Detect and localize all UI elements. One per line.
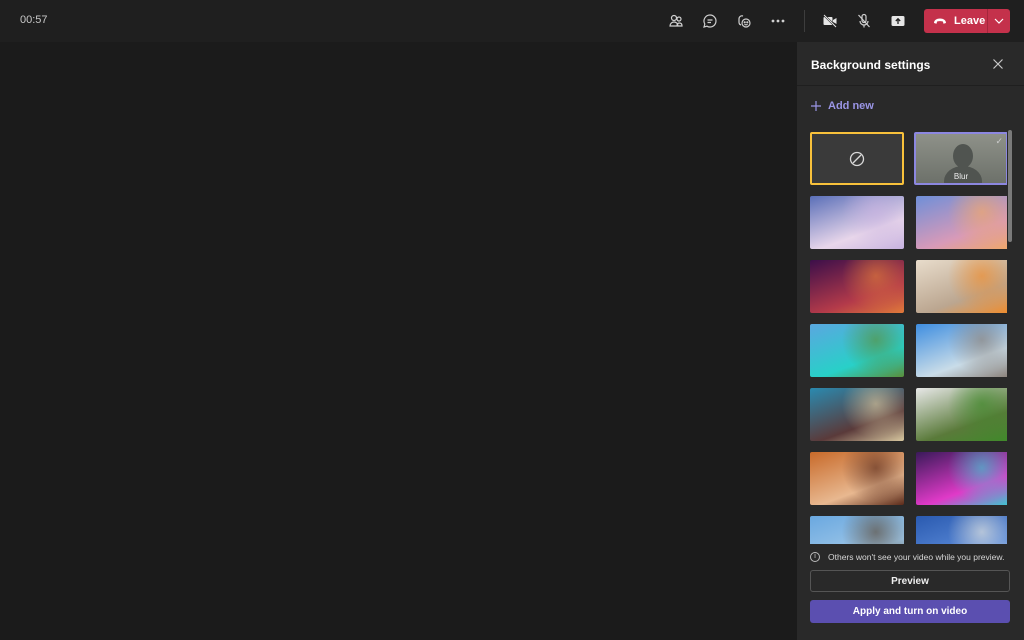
background-option-sky-clouds[interactable] <box>916 516 1007 544</box>
no-background-icon <box>849 151 865 166</box>
checkmark-icon: ✓ <box>995 136 1003 146</box>
leave-button[interactable]: Leave <box>924 9 987 33</box>
panel-scrollbar[interactable] <box>1008 130 1012 242</box>
leave-label: Leave <box>954 15 986 27</box>
add-new-button[interactable]: Add new <box>810 100 874 112</box>
mic-off-icon[interactable] <box>853 10 875 32</box>
background-option-cartoon-arch[interactable] <box>916 196 1007 249</box>
preview-info: i Others won't see your video while you … <box>810 552 1004 562</box>
share-screen-icon[interactable] <box>887 10 909 32</box>
background-option-mountain-valley[interactable] <box>916 388 1007 441</box>
panel-title: Background settings <box>811 58 931 72</box>
camera-off-icon[interactable] <box>819 10 841 32</box>
video-stage <box>0 42 797 640</box>
preview-button[interactable]: Preview <box>810 570 1010 592</box>
blur-label: Blur <box>953 172 969 181</box>
hang-up-icon <box>934 18 946 24</box>
leave-options-button[interactable] <box>988 9 1010 33</box>
background-none-option[interactable] <box>810 132 904 185</box>
background-blur-option[interactable]: ✓ Blur <box>914 132 1007 185</box>
reactions-icon[interactable] <box>733 10 755 32</box>
close-icon <box>993 59 1003 69</box>
background-settings-panel: Background settings Add new ✓ Blur i Oth… <box>797 42 1024 640</box>
background-option-canyon[interactable] <box>810 452 904 505</box>
preview-info-text: Others won't see your video while you pr… <box>828 552 1005 562</box>
background-option-purple-bokeh[interactable] <box>810 260 904 313</box>
toolbar-divider <box>804 10 805 32</box>
background-option-beach-lifeguard[interactable] <box>916 324 1007 377</box>
background-option-tropical-beach[interactable] <box>810 324 904 377</box>
background-option-cozy-bed[interactable] <box>916 260 1007 313</box>
meeting-timer: 00:57 <box>20 14 48 26</box>
people-icon[interactable] <box>665 10 687 32</box>
info-icon: i <box>810 552 820 562</box>
more-icon[interactable] <box>767 10 789 32</box>
panel-header: Background settings <box>797 42 1024 86</box>
background-option-fantasy-landscape[interactable] <box>810 388 904 441</box>
blur-silhouette-head <box>953 144 973 168</box>
background-option-desert-structure[interactable] <box>810 516 904 544</box>
chat-icon[interactable] <box>699 10 721 32</box>
leave-button-group: Leave <box>924 9 1010 33</box>
background-grid: ✓ Blur <box>810 132 1007 544</box>
add-new-label: Add new <box>828 100 874 112</box>
meeting-toolbar: 00:57 Leave <box>0 0 1024 42</box>
close-button[interactable] <box>990 56 1006 72</box>
chevron-down-icon <box>994 18 1004 24</box>
background-option-ice-cave[interactable] <box>810 196 904 249</box>
plus-icon <box>811 101 821 111</box>
background-option-nebula[interactable] <box>916 452 1007 505</box>
apply-and-turn-on-video-button[interactable]: Apply and turn on video <box>810 600 1010 623</box>
